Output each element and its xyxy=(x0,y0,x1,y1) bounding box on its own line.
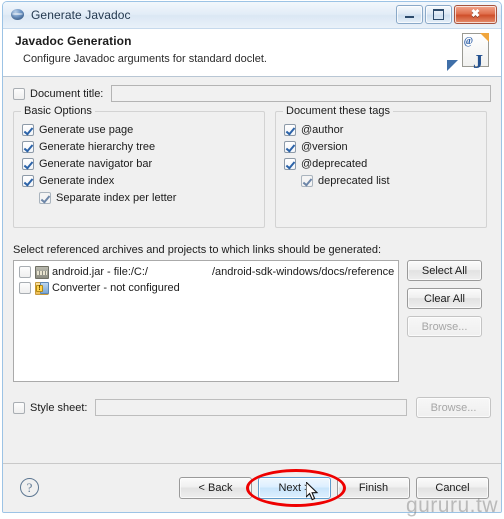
jar-icon xyxy=(35,265,49,279)
label-version: @version xyxy=(301,141,348,153)
label-deprecated: @deprecated xyxy=(301,158,368,170)
help-question-icon[interactable]: ? xyxy=(20,478,39,497)
checkbox-author[interactable] xyxy=(284,124,296,136)
archives-label: Select referenced archives and projects … xyxy=(13,244,382,256)
clear-all-button[interactable]: Clear All xyxy=(407,288,482,309)
javadoc-page-icon: @ J xyxy=(447,31,493,75)
option-deprecated-list[interactable]: deprecated list xyxy=(301,175,478,187)
screenshot-root: Generate Javadoc ✖ Javadoc Generation Co… xyxy=(0,0,504,519)
style-sheet-row: Style sheet: Browse... xyxy=(13,397,491,418)
document-title-label: Document title: xyxy=(30,87,104,100)
checkbox-generate-use-page[interactable] xyxy=(22,124,34,136)
window-title: Generate Javadoc xyxy=(31,8,131,22)
option-version[interactable]: @version xyxy=(284,141,478,153)
basic-options-title: Basic Options xyxy=(21,105,95,117)
dialog-body: Document title: Basic Options Generate u… xyxy=(3,77,501,463)
title-bar[interactable]: Generate Javadoc ✖ xyxy=(3,2,501,29)
label-deprecated-list: deprecated list xyxy=(318,175,390,187)
archives-buttons: Select All Clear All Browse... xyxy=(407,260,482,382)
document-title-input[interactable] xyxy=(111,85,491,102)
option-generate-use-page[interactable]: Generate use page xyxy=(22,124,256,136)
document-title-row: Document title: xyxy=(13,77,491,102)
document-tags-group: Document these tags @author @version @de… xyxy=(275,105,487,228)
maximize-icon[interactable] xyxy=(425,5,452,24)
checkbox-deprecated[interactable] xyxy=(284,158,296,170)
archive-path: /android-sdk-windows/docs/reference xyxy=(212,266,395,278)
window-controls: ✖ xyxy=(396,5,497,24)
table-row[interactable]: Converter - not configured xyxy=(16,280,396,296)
archives-area: android.jar - file:/C:/ /android-sdk-win… xyxy=(13,260,491,382)
checkbox-generate-index[interactable] xyxy=(22,175,34,187)
option-generate-navigator-bar[interactable]: Generate navigator bar xyxy=(22,158,256,170)
label-generate-navigator-bar: Generate navigator bar xyxy=(39,158,153,170)
option-separate-index-per-letter[interactable]: Separate index per letter xyxy=(39,192,256,204)
style-sheet-checkbox[interactable] xyxy=(13,401,25,414)
folder-warning-icon xyxy=(35,281,49,295)
close-icon[interactable]: ✖ xyxy=(454,5,497,24)
label-generate-hierarchy-tree: Generate hierarchy tree xyxy=(39,141,156,153)
checkbox-converter[interactable] xyxy=(19,282,31,294)
checkbox-deprecated-list[interactable] xyxy=(301,175,313,187)
option-deprecated[interactable]: @deprecated xyxy=(284,158,478,170)
next-button[interactable]: Next > xyxy=(258,477,331,499)
label-separate-index-per-letter: Separate index per letter xyxy=(56,192,177,204)
checkbox-android-jar[interactable] xyxy=(19,266,31,278)
checkbox-generate-navigator-bar[interactable] xyxy=(22,158,34,170)
globe-icon xyxy=(11,8,25,22)
page-title: Javadoc Generation xyxy=(15,34,132,48)
dialog-header: Javadoc Generation Configure Javadoc arg… xyxy=(3,29,501,77)
label-generate-use-page: Generate use page xyxy=(39,124,134,136)
watermark: gururu.tw xyxy=(405,494,498,517)
archives-listbox[interactable]: android.jar - file:/C:/ /android-sdk-win… xyxy=(13,260,399,382)
document-tags-title: Document these tags xyxy=(283,105,393,117)
checkbox-version[interactable] xyxy=(284,141,296,153)
generate-javadoc-dialog: Generate Javadoc ✖ Javadoc Generation Co… xyxy=(2,1,502,513)
minimize-icon[interactable] xyxy=(396,5,423,24)
style-sheet-label: Style sheet: xyxy=(30,401,88,414)
option-generate-hierarchy-tree[interactable]: Generate hierarchy tree xyxy=(22,141,256,153)
checkbox-separate-index-per-letter[interactable] xyxy=(39,192,51,204)
mouse-cursor xyxy=(306,482,319,501)
select-all-button[interactable]: Select All xyxy=(407,260,482,281)
table-row[interactable]: android.jar - file:/C:/ /android-sdk-win… xyxy=(16,264,396,280)
document-title-checkbox[interactable] xyxy=(13,87,25,100)
style-sheet-input[interactable] xyxy=(95,399,407,416)
option-generate-index[interactable]: Generate index xyxy=(22,175,256,187)
archive-name: Converter - not configured xyxy=(52,282,180,294)
archives-browse-button[interactable]: Browse... xyxy=(407,316,482,337)
label-generate-index: Generate index xyxy=(39,175,115,187)
finish-button[interactable]: Finish xyxy=(337,477,410,499)
options-groups: Basic Options Generate use page Generate… xyxy=(13,105,491,228)
basic-options-group: Basic Options Generate use page Generate… xyxy=(13,105,265,228)
label-author: @author xyxy=(301,124,344,136)
option-author[interactable]: @author xyxy=(284,124,478,136)
style-sheet-browse-button[interactable]: Browse... xyxy=(416,397,491,418)
page-subtitle: Configure Javadoc arguments for standard… xyxy=(23,53,267,65)
back-button[interactable]: < Back xyxy=(179,477,252,499)
checkbox-generate-hierarchy-tree[interactable] xyxy=(22,141,34,153)
archive-name: android.jar - file:/C:/ xyxy=(52,266,148,278)
